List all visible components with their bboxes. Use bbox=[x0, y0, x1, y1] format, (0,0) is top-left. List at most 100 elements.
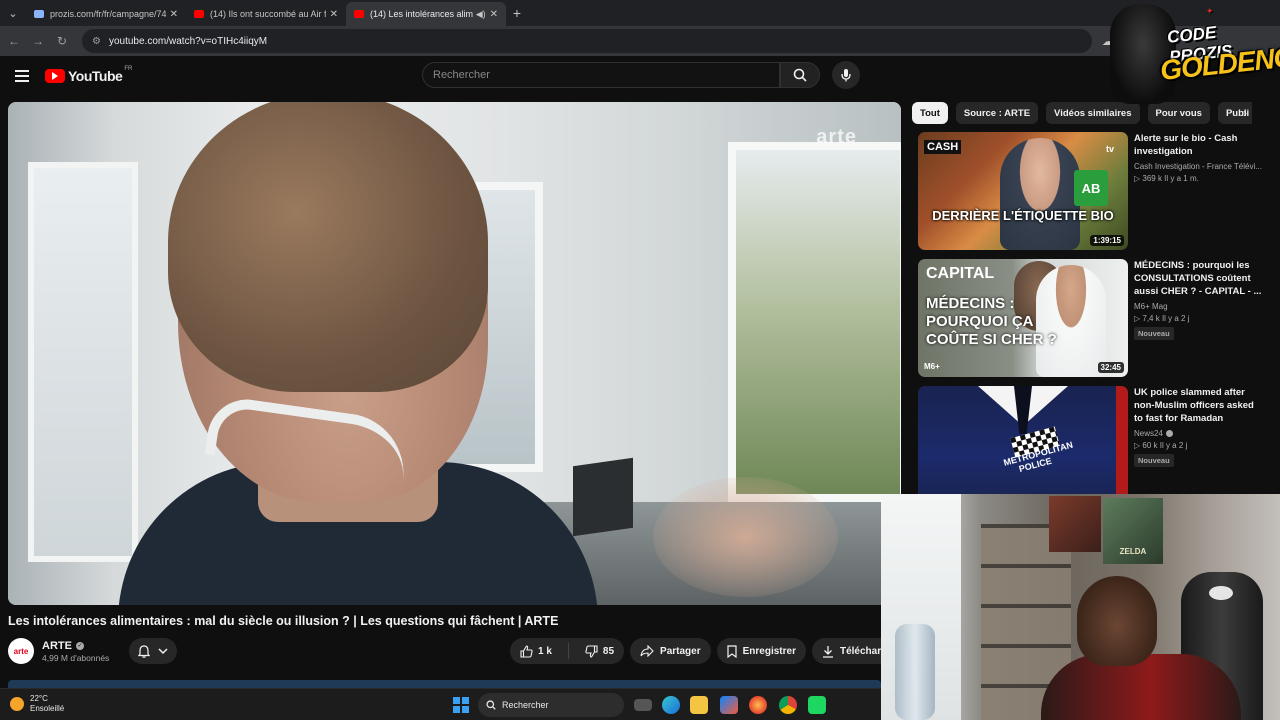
address-bar-row: ← → ↻ ⚙ youtube.com/watch?v=oTIHc4iiqyM … bbox=[0, 26, 1280, 56]
save-button[interactable]: Enregistrer bbox=[716, 638, 806, 664]
chevron-down-icon bbox=[158, 647, 168, 654]
recommended-video[interactable]: CASH tv AB DERRIÈRE L'ÉTIQUETTE BIO 1:39… bbox=[912, 132, 1272, 252]
chip-all[interactable]: Tout bbox=[912, 102, 948, 124]
logo-emblem-icon: ✦ bbox=[1206, 6, 1214, 16]
video-person-hair bbox=[168, 102, 488, 392]
bell-icon bbox=[138, 644, 151, 658]
chip-source-arte[interactable]: Source : ARTE bbox=[955, 102, 1039, 124]
firefox-icon[interactable] bbox=[749, 696, 767, 714]
channel-name-row[interactable]: ARTE ✓ bbox=[42, 640, 109, 652]
temperature: 22°C bbox=[30, 694, 48, 703]
video-thumbnail[interactable]: CAPITAL MÉDECINS : POURQUOI ÇA COÛTE SI … bbox=[918, 259, 1128, 377]
hamburger-menu-icon[interactable] bbox=[15, 67, 29, 85]
channel-avatar[interactable]: arte bbox=[8, 638, 34, 664]
thumbnail-presenter bbox=[1000, 138, 1080, 250]
video-player[interactable]: arte arte bbox=[8, 102, 901, 605]
browser-tab-intolerances[interactable]: (14) Les intolérances alimen ◀) ✕ bbox=[346, 2, 506, 26]
video-stats: ▷ 369 k Il y a 1 m. bbox=[1134, 174, 1199, 183]
stream-logo-overlay: ✦ CODE PROZIS GOLDENG bbox=[1110, 0, 1280, 110]
task-view-icon[interactable] bbox=[634, 699, 652, 711]
youtube-logo[interactable]: YouTube FR bbox=[45, 66, 133, 84]
description-box-edge bbox=[8, 680, 881, 688]
webcam-poster: ZELDA bbox=[1103, 498, 1163, 564]
video-title[interactable]: MÉDECINS : pourquoi les CONSULTATIONS co… bbox=[1134, 259, 1262, 298]
browser-tab-strip: ⌄ prozis.com/fr/fr/campagne/74 ✕ (14) Il… bbox=[0, 0, 1280, 26]
video-channel[interactable]: Cash Investigation - France Télévi... bbox=[1134, 162, 1262, 171]
globe-favicon-icon bbox=[34, 10, 44, 18]
tab-title: (14) Les intolérances alimen bbox=[370, 9, 473, 19]
video-duration: 1:39:15 bbox=[1090, 235, 1124, 246]
file-explorer-icon[interactable] bbox=[690, 696, 708, 714]
browser-tab-prozis[interactable]: prozis.com/fr/fr/campagne/74 ✕ bbox=[26, 2, 186, 26]
region-code: FR bbox=[124, 66, 133, 72]
share-button[interactable]: Partager bbox=[630, 638, 711, 664]
thumbnail-brand-secondary: tv bbox=[1105, 144, 1114, 154]
webcam-streamer-body bbox=[1041, 654, 1241, 720]
new-tab-button[interactable]: + bbox=[506, 2, 528, 24]
video-meta: MÉDECINS : pourquoi les CONSULTATIONS co… bbox=[1134, 259, 1262, 341]
new-badge: Nouveau bbox=[1134, 454, 1174, 467]
youtube-favicon-icon bbox=[194, 10, 204, 18]
tab-search-chevron-icon[interactable]: ⌄ bbox=[2, 2, 24, 24]
thumbs-up-icon bbox=[520, 644, 533, 658]
video-title[interactable]: Alerte sur le bio - Cash investigation bbox=[1134, 132, 1262, 158]
dislike-button[interactable]: 85 bbox=[575, 638, 624, 664]
browser-tab-airfryer[interactable]: (14) Ils ont succombé au Air fry ✕ bbox=[186, 2, 346, 26]
chrome-icon[interactable] bbox=[779, 696, 797, 714]
weather-widget[interactable]: 22°C Ensoleillé bbox=[10, 694, 64, 714]
search-button[interactable] bbox=[780, 62, 820, 88]
organic-label-icon: AB bbox=[1074, 170, 1108, 206]
bookmark-icon bbox=[727, 644, 737, 658]
taskbar-search-label: Rechercher bbox=[502, 700, 549, 710]
share-label: Partager bbox=[660, 645, 701, 657]
video-meta: UK police slammed after non-Muslim offic… bbox=[1134, 386, 1262, 468]
save-label: Enregistrer bbox=[742, 645, 796, 657]
video-channel: News24 bbox=[1134, 429, 1163, 438]
youtube-favicon-icon bbox=[354, 10, 364, 18]
video-channel-row[interactable]: News24 bbox=[1134, 429, 1262, 438]
close-tab-icon[interactable]: ✕ bbox=[170, 9, 178, 20]
voice-search-button[interactable] bbox=[832, 61, 860, 89]
thumbnail-red-edge bbox=[1116, 386, 1128, 504]
tab-title: (14) Ils ont succombé au Air fry bbox=[210, 9, 326, 19]
video-thumbnail[interactable]: METROPOLITAN POLICE bbox=[918, 386, 1128, 504]
video-window-right bbox=[728, 142, 901, 502]
dislike-count: 85 bbox=[602, 645, 615, 657]
recommended-video[interactable]: METROPOLITAN POLICE UK police slammed af… bbox=[912, 386, 1272, 506]
screen: ⌄ prozis.com/fr/fr/campagne/74 ✕ (14) Il… bbox=[0, 0, 1280, 720]
search-icon bbox=[793, 68, 807, 82]
thumbnail-brand-secondary: M6+ bbox=[924, 362, 940, 371]
like-button[interactable]: 1 k bbox=[510, 638, 562, 664]
youtube-wordmark: YouTube bbox=[68, 68, 123, 84]
channel-info: ARTE ✓ 4,99 M d'abonnés bbox=[42, 640, 109, 663]
speaker-icon[interactable]: ◀) bbox=[476, 9, 486, 20]
video-meta: Alerte sur le bio - Cash investigation C… bbox=[1134, 132, 1262, 183]
site-info-icon[interactable]: ⚙ bbox=[92, 36, 101, 47]
webcam-streamer-head bbox=[1077, 576, 1157, 666]
store-icon[interactable] bbox=[720, 696, 738, 714]
video-title[interactable]: UK police slammed after non-Muslim offic… bbox=[1134, 386, 1262, 425]
search-input[interactable]: Rechercher bbox=[422, 62, 780, 88]
webcam-poster-left bbox=[1049, 496, 1101, 552]
youtube-header: YouTube FR Rechercher bbox=[0, 56, 1280, 96]
video-thumbnail[interactable]: CASH tv AB DERRIÈRE L'ÉTIQUETTE BIO 1:39… bbox=[918, 132, 1128, 250]
taskbar-search[interactable]: Rechercher bbox=[478, 693, 624, 717]
microphone-icon bbox=[841, 69, 851, 82]
video-window-left bbox=[28, 162, 138, 562]
back-arrow-icon[interactable]: ← bbox=[2, 34, 26, 48]
url-text: youtube.com/watch?v=oTIHc4iiqyM bbox=[108, 35, 268, 47]
video-stats: ▷ 60 k Il y a 2 j bbox=[1134, 441, 1188, 450]
forward-arrow-icon[interactable]: → bbox=[26, 34, 50, 48]
windows-start-icon[interactable] bbox=[453, 697, 469, 713]
recommended-video[interactable]: CAPITAL MÉDECINS : POURQUOI ÇA COÛTE SI … bbox=[912, 259, 1272, 379]
video-channel[interactable]: M6+ Mag bbox=[1134, 302, 1262, 311]
reload-icon[interactable]: ↻ bbox=[50, 34, 74, 48]
subscription-bell-button[interactable] bbox=[129, 638, 178, 664]
close-tab-icon[interactable]: ✕ bbox=[330, 9, 338, 20]
subscriber-count: 4,99 M d'abonnés bbox=[42, 652, 110, 663]
close-tab-icon[interactable]: ✕ bbox=[490, 9, 498, 20]
app-icon[interactable] bbox=[808, 696, 826, 714]
verified-check-icon bbox=[1165, 430, 1173, 437]
edge-icon[interactable] bbox=[662, 696, 680, 714]
url-field[interactable]: ⚙ youtube.com/watch?v=oTIHc4iiqyM bbox=[82, 29, 1092, 53]
